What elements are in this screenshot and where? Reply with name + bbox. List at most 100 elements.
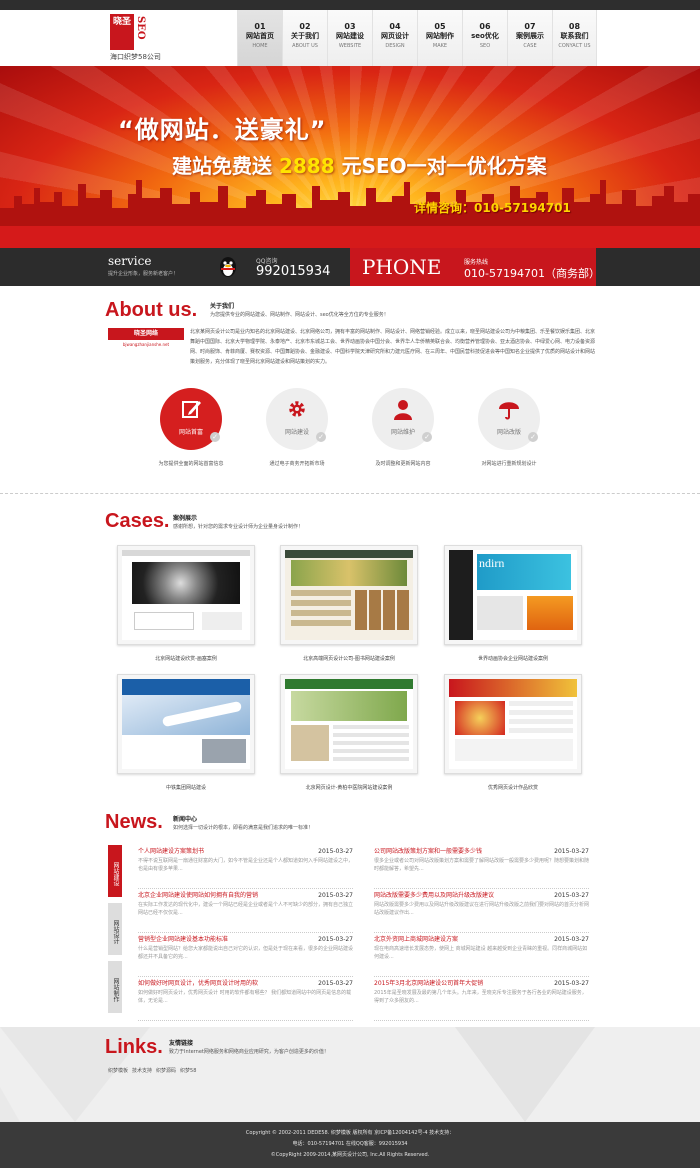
nav-item-make[interactable]: 05 网站制作 MAKE (417, 10, 462, 66)
news-list-left: 个人网站建设方案策划书 2015-03-27 不得不说互联网是一扇通往财富的大门，如… (138, 845, 353, 1021)
nav-english-label: CASE (523, 43, 537, 49)
news-list-right: 公司网站改版策划方案和一般需要多少钱 2015-03-27 很多企业或者公司对网站改… (374, 845, 589, 1021)
case-thumbnail[interactable]: ndirn (444, 545, 582, 645)
news-title-link[interactable]: 个人网站建设方案策划书 (138, 847, 204, 856)
hotline-number[interactable]: 010-57194701（商务部） (464, 265, 600, 281)
nav-label: 网站首页 (246, 32, 274, 40)
news-item: 2015年3月北京网站建设公司首年大促销 2015-03-27 2015年是圣晓发展… (374, 977, 589, 1021)
service-description: 及时调整和更新网站内容 (375, 461, 431, 467)
service-title: service (108, 254, 152, 268)
news-zh-title: 新闻中心 (173, 816, 198, 823)
divider (0, 493, 700, 494)
friend-link[interactable]: 技术支持 (132, 1067, 152, 1074)
nav-item-conyact-us[interactable]: 08 联系我们 CONYACT US (552, 10, 597, 66)
hero-banner[interactable]: “做网站．送豪礼” 建站免费送 2888 元SEO一对一优化方案 详情咨询：01… (0, 66, 700, 248)
nav-item-seo[interactable]: 06 seo优化 SEO (462, 10, 507, 66)
case-thumbnail[interactable] (117, 545, 255, 645)
news-head: 如何做好时网页设计，优秀网页设计时用的软 2015-03-27 (138, 979, 353, 988)
service-edit-circle[interactable]: 网站首富 ✓ (160, 388, 222, 450)
news-title-link[interactable]: 2015年3月北京网站建设公司首年大促销 (374, 979, 483, 988)
nav-number: 02 (299, 22, 311, 31)
case-screenshot-image: ndirn (449, 550, 577, 640)
news-title-link[interactable]: 北京外资网上商城网站建设方案 (374, 935, 458, 944)
user-icon (394, 400, 412, 420)
case-item[interactable]: 北京网页设计-黄柏中医院网站建设案例 (280, 674, 418, 791)
news-title-link[interactable]: 如何做好时网页设计，优秀网页设计时用的软 (138, 979, 258, 988)
nav-item-case[interactable]: 07 案例展示 CASE (507, 10, 552, 66)
nav-label: 网站制作 (426, 32, 454, 40)
news-tab[interactable]: 网站制作 (108, 961, 122, 1013)
service-gear-circle[interactable]: 网站建设 ✓ (266, 388, 328, 450)
friend-link[interactable]: 织梦模板 (108, 1067, 128, 1074)
case-thumbnail[interactable] (117, 674, 255, 774)
footer-copyright: Copyright © 2002-2011 DEDE58. 织梦模板 版权所有 … (245, 1130, 455, 1136)
nav-number: 07 (524, 22, 536, 31)
nav-number: 03 (344, 22, 356, 31)
news-title-link[interactable]: 北京企业网站建设使网站如何拥有自我的营销 (138, 891, 258, 900)
service-umbrella-circle[interactable]: 网站改版 ✓ (478, 388, 540, 450)
news-date: 2015-03-27 (554, 848, 589, 855)
case-item[interactable]: 北京高端网页设计公司-图书网站建设案例 (280, 545, 418, 662)
service-user-circle[interactable]: 网站维护 ✓ (372, 388, 434, 450)
news-subtitle: 如何选择一切设计的根本，即看的满意是我们追求的唯一标准！ (173, 825, 314, 831)
nav-english-label: DESIGN (385, 43, 405, 49)
case-thumbnail[interactable] (444, 674, 582, 774)
about-subtitle: 为您提供专业的网站建设、网站制作、网站设计、seo优化等全方位的专业服务！ (210, 312, 389, 318)
nav-item-about-us[interactable]: 02 关于我们 ABOUT US (282, 10, 327, 66)
about-zh-title: 关于我们 (210, 303, 235, 310)
case-item[interactable]: 优秀网页设计作品欣赏 (444, 674, 582, 791)
nav-english-label: ABOUT US (292, 43, 318, 49)
qq-number[interactable]: 992015934 (256, 264, 330, 279)
case-screenshot-image (449, 679, 577, 769)
news-title-link[interactable]: 营销型企业网站建设基本功能标准 (138, 935, 228, 944)
news-summary: 网站改版需要多少费用以及网站升级改版建议在进行网站升级改版之前我们要对网站的首页… (374, 902, 590, 916)
logo[interactable]: 晓圣 SEO 海口织梦58公司 (110, 14, 198, 64)
banner-offer: 建站免费送 2888 元SEO一对一优化方案 (172, 150, 547, 179)
case-screenshot-image (285, 550, 413, 640)
banner-offer-amount: 2888 (278, 154, 335, 178)
qq-penguin-icon[interactable] (216, 256, 240, 278)
about-title: About us. (105, 299, 198, 321)
news-item: 公司网站改版策划方案和一般需要多少钱 2015-03-27 很多企业或者公司对网站改… (374, 845, 589, 889)
news-head: 个人网站建设方案策划书 2015-03-27 (138, 847, 353, 856)
nav-item-home[interactable]: 01 网站首页 HOME (237, 10, 282, 66)
nav-number: 01 (254, 22, 266, 31)
case-thumbnail[interactable] (280, 545, 418, 645)
links-title: Links. (105, 1036, 163, 1058)
nav-number: 04 (389, 22, 401, 31)
friend-link[interactable]: 织梦源码 (156, 1067, 176, 1074)
nav-item-design[interactable]: 04 网页设计 DESIGN (372, 10, 417, 66)
news-tab[interactable]: 网站设计 (108, 903, 122, 955)
about-brand-url: bjwangzhanjianshe.net (122, 342, 170, 347)
case-caption: 优秀网页设计作品欣赏 (487, 785, 538, 791)
case-thumbnail[interactable] (280, 674, 418, 774)
nav-english-label: SEO (479, 43, 491, 49)
news-summary: 不得不说互联网是一扇通往财富的大门，如今不管是企业还是个人都知道如何入手网站建设… (138, 858, 354, 872)
banner-contact: 详情咨询：010-57194701 (414, 201, 571, 215)
news-date: 2015-03-27 (554, 936, 589, 943)
nav-label: seo优化 (471, 32, 499, 40)
news-date: 2015-03-27 (554, 892, 589, 899)
news-summary: 很多企业或者公司对网站改版策划方案和需要了解网站改版一般需要多少费用呢？随想要策… (374, 858, 590, 872)
nav-item-website[interactable]: 03 网站建设 WEBSITE (327, 10, 372, 66)
news-date: 2015-03-27 (554, 980, 589, 987)
news-date: 2015-03-27 (318, 848, 353, 855)
news-item: 个人网站建设方案策划书 2015-03-27 不得不说互联网是一扇通往财富的大门，如… (138, 845, 353, 889)
case-item[interactable]: ndirn 世界动画协会企业网站建设案例 (444, 545, 582, 662)
case-item[interactable]: 北京网站建设欣赏-画塞案例 (117, 545, 255, 662)
edit-icon (182, 401, 201, 418)
news-item: 北京企业网站建设使网站如何拥有自我的营销 2015-03-27 在实际工作发达的现代… (138, 889, 353, 933)
nav-label: 关于我们 (291, 32, 319, 40)
banner-headline: “做网站．送豪礼” (118, 116, 327, 144)
case-item[interactable]: 中铁集团网站建设 (117, 674, 255, 791)
case-caption: 世界动画协会企业网站建设案例 (477, 656, 548, 662)
case-caption: 北京高端网页设计公司-图书网站建设案例 (303, 656, 395, 662)
nav-label: 案例展示 (516, 32, 544, 40)
news-tab[interactable]: 网站建设 (108, 845, 122, 897)
friend-link[interactable]: 织梦58 (180, 1067, 196, 1074)
service-description: 对网站进行重新规划设计 (481, 461, 537, 467)
news-summary: 在实际工作发达的现代化中，建设一个网站已经是企业或者是个人不可缺少的部分，拥有自… (138, 902, 354, 916)
news-head: 公司网站改版策划方案和一般需要多少钱 2015-03-27 (374, 847, 589, 856)
news-title-link[interactable]: 公司网站改版策划方案和一般需要多少钱 (374, 847, 482, 856)
news-title-link[interactable]: 网站改版需要多少费用以及网站升级改版建议 (374, 891, 494, 900)
